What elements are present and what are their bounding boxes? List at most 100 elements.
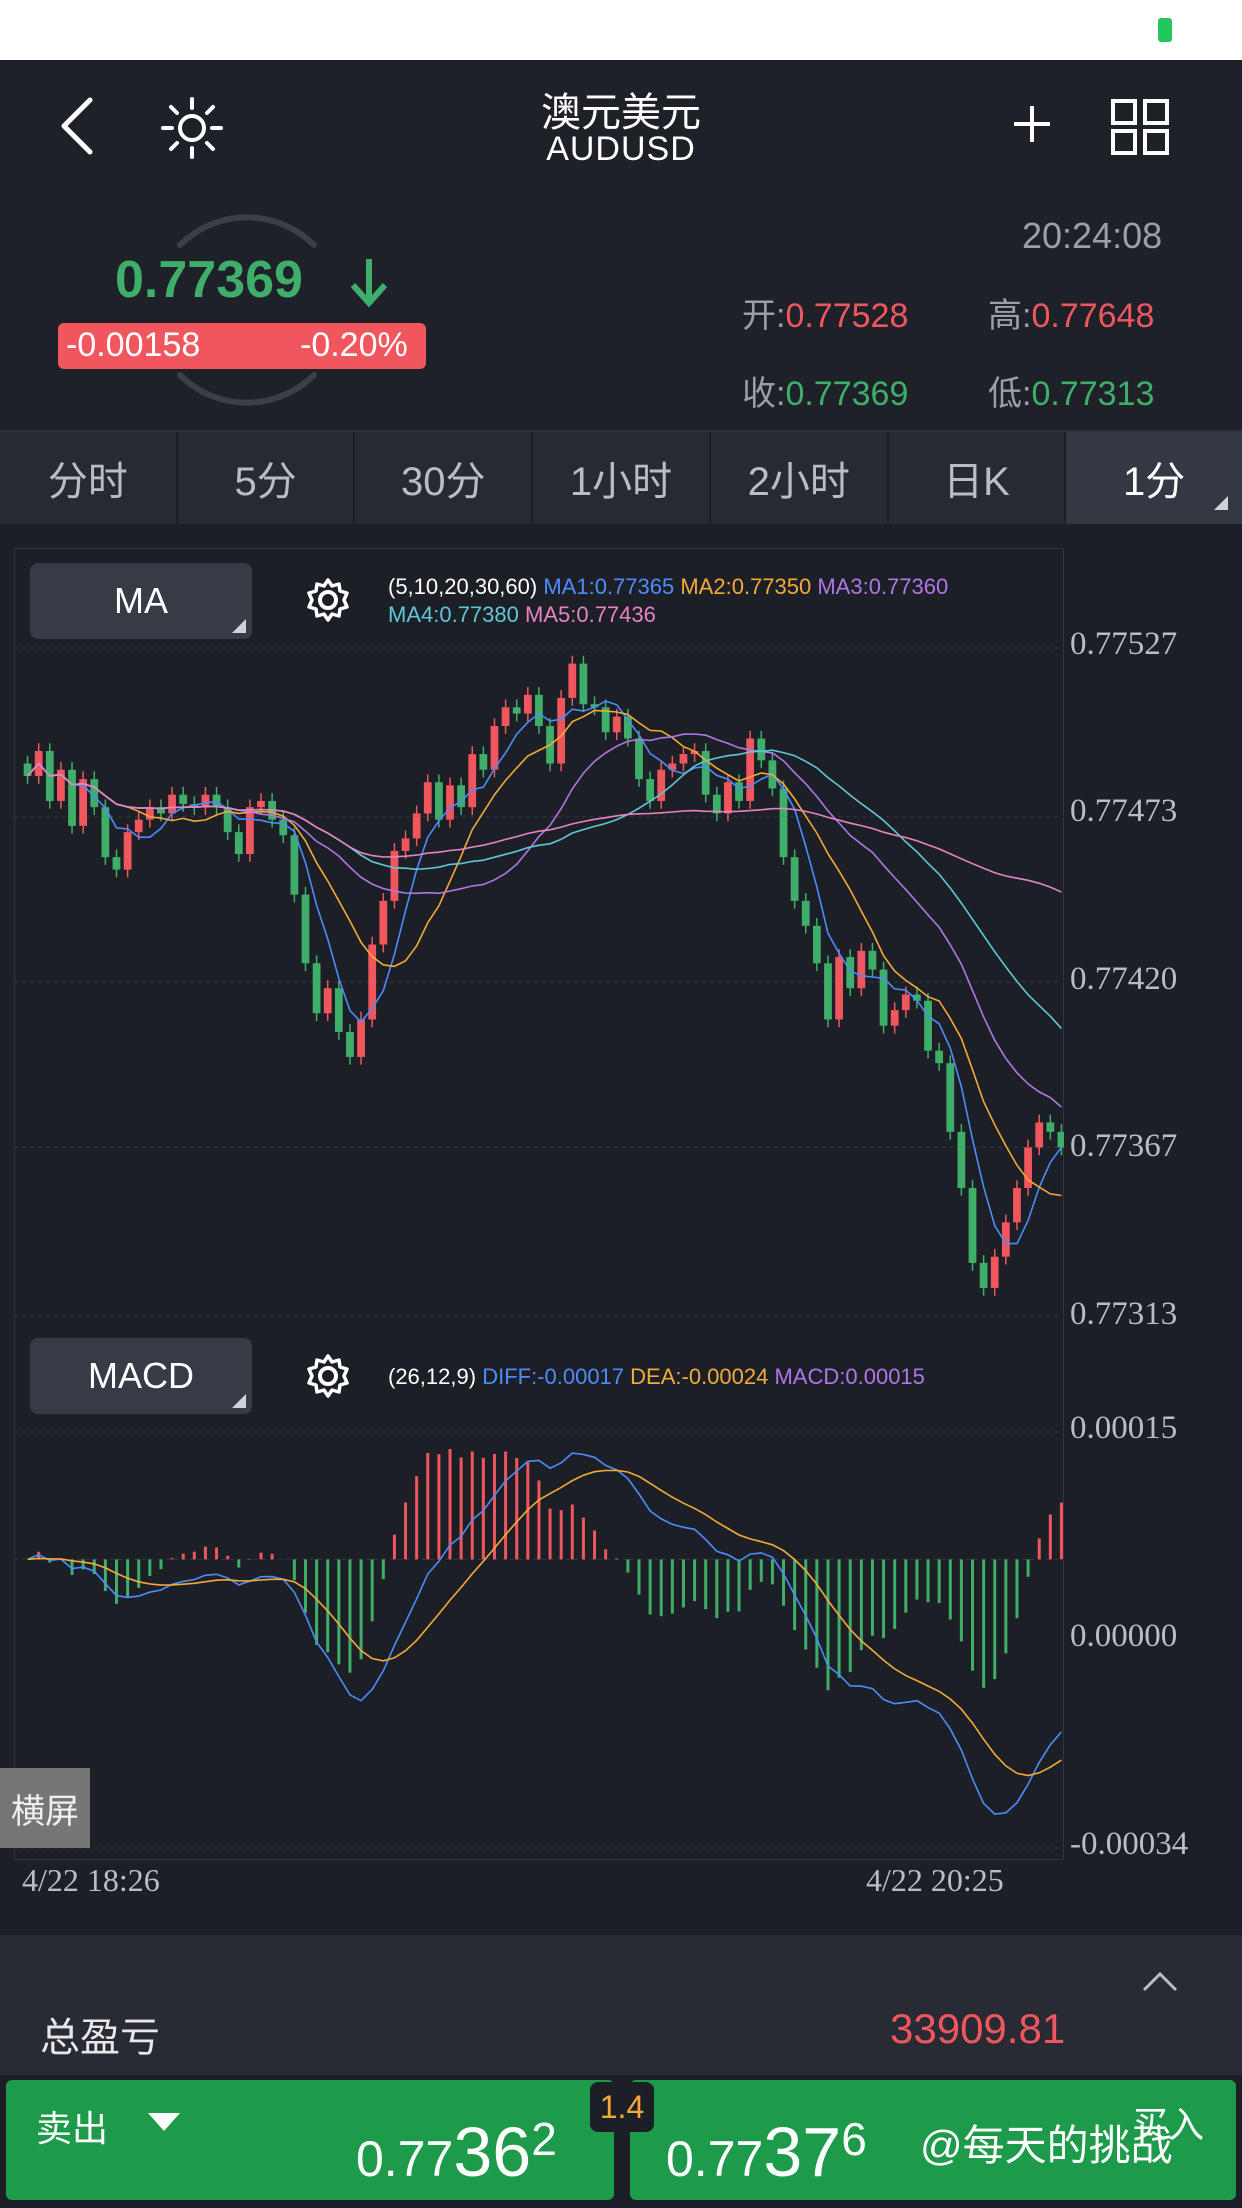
total-pnl-value: 33909.81 (890, 2005, 1066, 2052)
page-subtitle: AUDUSD (546, 130, 696, 168)
watermark: @每天的挑战 (920, 2122, 1173, 2169)
tab-label: 1分 (1123, 460, 1186, 504)
macd-chart[interactable] (14, 1428, 1064, 1858)
candle-body (857, 950, 866, 989)
candle-body (579, 663, 588, 705)
open-value: 0.77528 (785, 297, 909, 335)
ma-legend-row1: (5,10,20,30,60) MA1:0.77365 MA2:0.77350 … (388, 574, 948, 600)
candle-body (434, 782, 443, 820)
ma1-value: MA1:0.77365 (543, 574, 675, 599)
candle-body (801, 900, 810, 926)
macd-settings-gear-icon[interactable] (304, 1352, 352, 1405)
candle-body (301, 894, 310, 964)
candle-body (390, 850, 399, 901)
candle-body (924, 1000, 932, 1051)
candle-body (968, 1188, 977, 1263)
candle-body (101, 807, 110, 858)
high-value: 0.77648 (1031, 297, 1155, 335)
candle-body (757, 738, 766, 761)
candle-body (557, 697, 566, 764)
candle-body (68, 769, 76, 826)
macd-legend: (26,12,9) DIFF:-0.00017 DEA:-0.00024 MAC… (388, 1364, 925, 1390)
candle-body (724, 782, 732, 814)
candle-body (479, 754, 488, 770)
macd-value: MACD:0.00015 (774, 1364, 925, 1389)
tab-daily-k[interactable]: 日K (889, 432, 1067, 524)
tab-time-share[interactable]: 分时 (0, 432, 178, 524)
candle-body (379, 900, 388, 945)
diff-value: DIFF:-0.00017 (482, 1364, 625, 1389)
candle-body (868, 950, 877, 970)
ma-params: (5,10,20,30,60) (388, 574, 538, 599)
close-value: 0.77369 (785, 375, 909, 413)
candle-body (957, 1131, 966, 1189)
high-label: 高: (988, 297, 1032, 335)
candle-body (812, 925, 821, 964)
ma4-value: MA4:0.77380 (388, 602, 519, 627)
close-label: 收: (742, 375, 786, 413)
buy-price-pip: 6 (841, 2113, 867, 2165)
tab-1hour[interactable]: 1小时 (533, 432, 711, 524)
open-label: 开: (742, 297, 786, 335)
diff-line (27, 1452, 1063, 1815)
change-absolute: -0.00158 (66, 326, 201, 364)
candlestick-chart[interactable] (14, 640, 1064, 1340)
tab-2hour[interactable]: 2小时 (711, 432, 889, 524)
ma-button-label: MA (114, 580, 168, 621)
ma-settings-gear-icon[interactable] (304, 576, 352, 629)
tab-label: 2小时 (747, 460, 850, 504)
macd-indicator-button[interactable]: MACD (30, 1338, 252, 1414)
candle-body (279, 819, 288, 836)
ma3-value: MA3:0.77360 (817, 574, 949, 599)
ma-line-ma2 (27, 709, 1062, 1197)
candle-body (612, 716, 621, 733)
candle-body (901, 994, 910, 1011)
dea-line (27, 1469, 1062, 1777)
dropdown-corner-icon (232, 1394, 246, 1408)
candle-body (646, 779, 655, 801)
candle-body (468, 754, 477, 808)
candle-body (712, 794, 721, 814)
tab-label: 1小时 (569, 460, 673, 504)
candle-body (446, 785, 454, 820)
candle-body (168, 794, 176, 814)
candle-body (835, 957, 843, 1020)
candle-body (1013, 1188, 1021, 1223)
quote-time: 20:24:08 (1022, 215, 1163, 256)
candle-body (234, 832, 243, 855)
buy-price-main: 37 (763, 2113, 842, 2191)
candle-body (523, 694, 532, 714)
landscape-button[interactable]: 横屏 (0, 1768, 90, 1848)
sell-dropdown-icon[interactable] (148, 2113, 180, 2131)
y-tick-label: 0.77367 (1070, 1128, 1178, 1164)
x-axis-start-label: 4/22 18:26 (22, 1862, 160, 1898)
candle-body (246, 807, 254, 855)
sell-price-prefix: 0.77 (356, 2131, 454, 2187)
open-stat: 开:0.77528 (742, 288, 908, 337)
candle-body (890, 1010, 899, 1026)
ma-legend-row2: MA4:0.77380 MA5:0.77436 (388, 602, 656, 628)
sell-label: 卖出 (36, 2108, 109, 2149)
ma5-value: MA5:0.77436 (525, 602, 656, 627)
grid-menu-icon[interactable] (1110, 98, 1170, 161)
ma-line-ma1 (27, 700, 1063, 1245)
ma-indicator-button[interactable]: MA (30, 563, 252, 639)
sell-price: 0.77362 (356, 2112, 557, 2192)
candle-body (746, 738, 755, 801)
tab-5min[interactable]: 5分 (178, 432, 356, 524)
chevron-up-icon[interactable] (1140, 1968, 1180, 1999)
tab-label: 分时 (47, 460, 128, 504)
y-tick-label: 0.77473 (1070, 793, 1178, 829)
candle-body (257, 800, 265, 808)
candle-body (779, 788, 788, 858)
tab-1min[interactable]: 1分 (1066, 432, 1242, 524)
y-tick-label: 0.77527 (1070, 626, 1178, 662)
ma-line-ma5 (27, 762, 1062, 893)
candle-body (401, 838, 410, 851)
tab-30min[interactable]: 30分 (355, 432, 534, 524)
macd-button-label: MACD (88, 1355, 194, 1396)
ma2-value: MA2:0.77350 (680, 574, 812, 599)
macd-y-tick-label: 0.00015 (1070, 1410, 1178, 1446)
candle-body (312, 963, 321, 1014)
add-icon[interactable] (1010, 102, 1054, 151)
